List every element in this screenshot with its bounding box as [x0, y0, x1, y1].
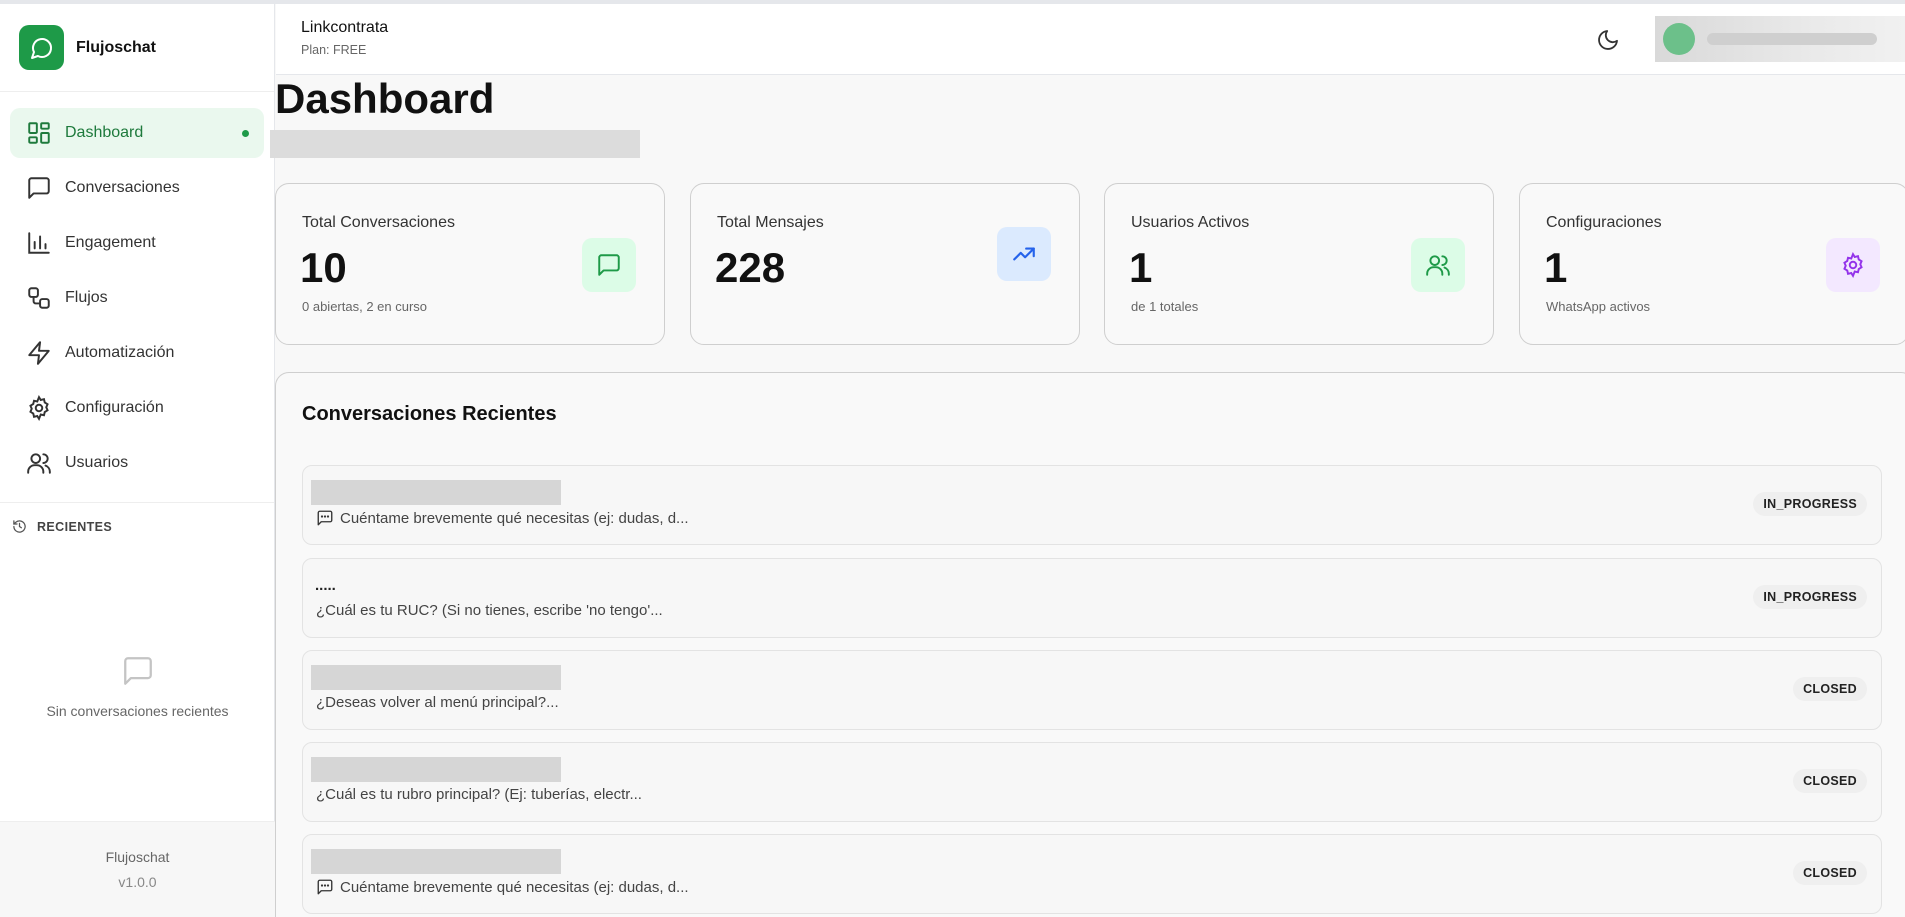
active-indicator — [242, 129, 249, 137]
sidebar-nav: Dashboard Conversaciones Engagement Fluj… — [0, 92, 274, 488]
stat-icon-wrap — [997, 227, 1051, 281]
status-badge: IN_PROGRESS — [1753, 585, 1867, 609]
sidebar-item-flujos[interactable]: Flujos — [10, 273, 264, 323]
stat-card-mensajes[interactable]: Total Mensajes 228 — [690, 183, 1080, 345]
subtitle-redacted — [270, 130, 640, 158]
recent-heading: RECIENTES — [0, 502, 274, 534]
sidebar-item-usuarios[interactable]: Usuarios — [10, 438, 264, 488]
trending-up-icon — [1013, 247, 1035, 261]
sidebar-item-label: Engagement — [65, 234, 156, 251]
stat-icon-wrap — [1411, 238, 1465, 292]
last-message-text: ¿Cuál es tu RUC? (Si no tienes, escribe … — [316, 602, 663, 619]
gear-icon — [29, 395, 49, 421]
sidebar: Flujoschat Dashboard Conversaciones Enga… — [0, 4, 275, 917]
sidebar-item-dashboard[interactable]: Dashboard — [10, 108, 264, 158]
contact-name-redacted — [311, 757, 561, 782]
footer-version: v1.0.0 — [118, 874, 157, 890]
contact-name-redacted — [311, 849, 561, 874]
sidebar-item-label: Dashboard — [65, 124, 144, 141]
stat-title: Configuraciones — [1546, 214, 1662, 231]
organization-name: Linkcontrata — [301, 19, 389, 36]
contact-name-redacted — [311, 480, 561, 505]
user-name-redacted — [1707, 33, 1877, 45]
stat-value: 1 — [1544, 244, 1568, 291]
workflow-icon — [28, 287, 50, 309]
sidebar-item-conversaciones[interactable]: Conversaciones — [10, 163, 264, 213]
avatar — [1663, 23, 1695, 55]
status-badge: CLOSED — [1793, 769, 1867, 793]
stat-value: 228 — [715, 244, 786, 291]
sidebar-item-label: Conversaciones — [65, 179, 180, 196]
stat-card-configuraciones[interactable]: Configuraciones 1 WhatsApp activos — [1519, 183, 1905, 345]
last-message: ¿Cuál es tu rubro principal? (Ej: tuberí… — [316, 786, 642, 803]
users-icon — [27, 453, 51, 474]
stat-subtitle: WhatsApp activos — [1546, 299, 1651, 314]
last-message-text: ¿Cuál es tu rubro principal? (Ej: tuberí… — [316, 786, 642, 803]
sidebar-item-label: Configuración — [65, 399, 164, 416]
gear-icon — [1843, 252, 1863, 278]
plan-label: Plan: FREE — [301, 43, 367, 57]
stat-title: Total Conversaciones — [302, 214, 455, 231]
page-title: Dashboard — [275, 75, 495, 122]
last-message: Cuéntame brevemente qué necesitas (ej: d… — [316, 509, 689, 527]
stat-title: Total Mensajes — [717, 214, 824, 231]
last-message: ¿Deseas volver al menú principal?... — [316, 694, 559, 711]
conversation-row[interactable]: ¿Deseas volver al menú principal?... CLO… — [302, 650, 1882, 730]
message-dots-icon — [317, 510, 333, 526]
last-message-text: Cuéntame brevemente qué necesitas (ej: d… — [340, 878, 689, 896]
sidebar-item-label: Usuarios — [65, 454, 129, 471]
sidebar-item-automatizacion[interactable]: Automatización — [10, 328, 264, 378]
top-header: Linkcontrata Plan: FREE — [276, 4, 1905, 75]
chat-bubble-icon — [19, 25, 64, 70]
stat-value: 1 — [1129, 244, 1153, 291]
sidebar-item-engagement[interactable]: Engagement — [10, 218, 264, 268]
stat-card-usuarios[interactable]: Usuarios Activos 1 de 1 totales — [1104, 183, 1494, 345]
last-message-text: Cuéntame brevemente qué necesitas (ej: d… — [340, 509, 689, 527]
recent-empty-state: Sin conversaciones recientes — [0, 654, 275, 719]
brand[interactable]: Flujoschat — [0, 4, 274, 92]
dashboard-grid-icon — [28, 122, 50, 144]
stat-subtitle: de 1 totales — [1131, 299, 1199, 314]
moon-icon — [1598, 30, 1618, 50]
status-badge: CLOSED — [1793, 677, 1867, 701]
sidebar-footer: Flujoschat v1.0.0 — [0, 821, 275, 917]
recent-heading-label: RECIENTES — [37, 519, 113, 534]
recent-empty-text: Sin conversaciones recientes — [46, 703, 229, 719]
status-badge: CLOSED — [1793, 861, 1867, 885]
panel-title: Conversaciones Recientes — [302, 403, 557, 425]
conversation-row[interactable]: Cuéntame brevemente qué necesitas (ej: d… — [302, 834, 1882, 914]
message-dots-icon — [317, 879, 333, 895]
brand-name: Flujoschat — [76, 38, 157, 56]
sidebar-item-label: Automatización — [65, 344, 175, 361]
sidebar-item-configuracion[interactable]: Configuración — [10, 383, 264, 433]
message-square-icon — [123, 657, 152, 685]
users-icon — [1426, 255, 1450, 276]
conversation-row[interactable]: ..... ¿Cuál es tu RUC? (Si no tienes, es… — [302, 558, 1882, 638]
footer-app-name: Flujoschat — [105, 849, 170, 865]
last-message: Cuéntame brevemente qué necesitas (ej: d… — [316, 878, 689, 896]
message-square-icon — [28, 177, 50, 199]
stat-icon-wrap — [1826, 238, 1880, 292]
bar-chart-icon — [28, 232, 50, 254]
history-icon — [13, 520, 26, 533]
status-badge: IN_PROGRESS — [1753, 492, 1867, 516]
contact-name: ..... — [315, 577, 336, 594]
recent-conversations-panel: Conversaciones Recientes Cuéntame brevem… — [275, 372, 1905, 917]
conversation-row[interactable]: Cuéntame brevemente qué necesitas (ej: d… — [302, 465, 1882, 545]
conversation-row[interactable]: ¿Cuál es tu rubro principal? (Ej: tuberí… — [302, 742, 1882, 822]
stat-value: 10 — [300, 244, 347, 291]
stat-icon-wrap — [582, 238, 636, 292]
message-square-icon — [598, 254, 620, 276]
stat-title: Usuarios Activos — [1131, 214, 1250, 231]
last-message: ¿Cuál es tu RUC? (Si no tienes, escribe … — [316, 602, 663, 619]
lightning-icon — [28, 341, 50, 365]
stat-card-conversaciones[interactable]: Total Conversaciones 10 0 abiertas, 2 en… — [275, 183, 665, 345]
user-menu[interactable] — [1655, 16, 1905, 62]
theme-toggle-button[interactable] — [1596, 28, 1620, 52]
sidebar-item-label: Flujos — [65, 289, 108, 306]
stat-subtitle: 0 abiertas, 2 en curso — [302, 299, 428, 314]
contact-name-redacted — [311, 665, 561, 690]
last-message-text: ¿Deseas volver al menú principal?... — [316, 694, 559, 711]
